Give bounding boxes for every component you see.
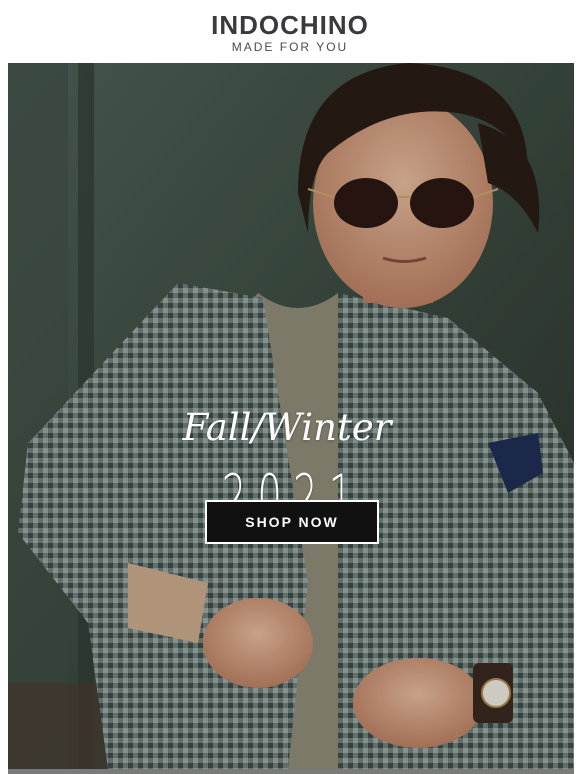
shop-now-button[interactable]: SHOP NOW bbox=[205, 500, 379, 544]
season-heading: Fall/Winter bbox=[182, 406, 392, 449]
brand-logo[interactable]: INDOCHINO bbox=[0, 10, 580, 41]
next-section-preview bbox=[8, 769, 574, 774]
hero-banner[interactable]: Fall/Winter 2021 SHOP NOW bbox=[8, 63, 574, 769]
email-page: INDOCHINO MADE FOR YOU Fall/Winter 2021 … bbox=[0, 0, 580, 774]
brand-tagline: MADE FOR YOU bbox=[231, 40, 349, 54]
email-header: INDOCHINO MADE FOR YOU bbox=[0, 0, 580, 62]
